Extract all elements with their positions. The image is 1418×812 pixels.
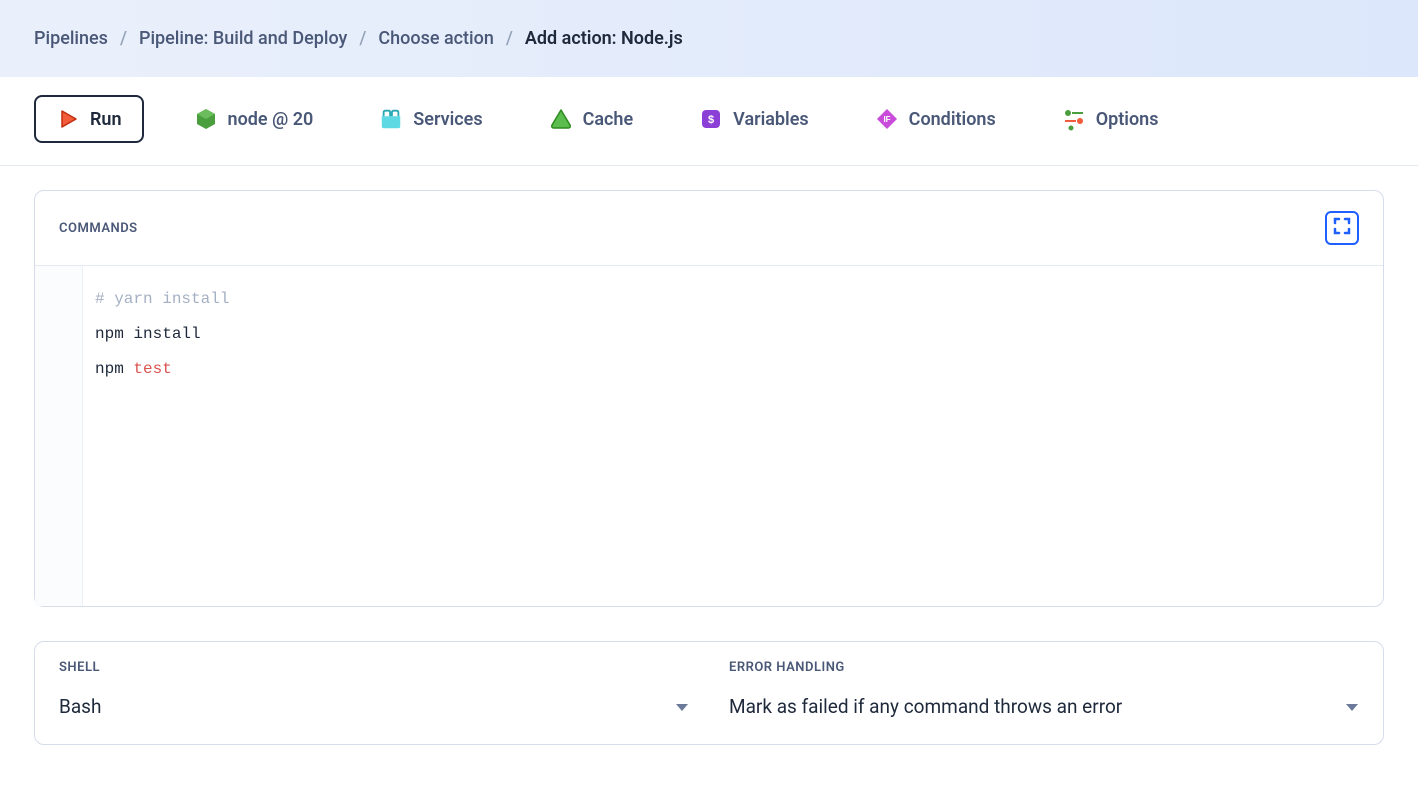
services-icon [379,107,403,131]
commands-editor[interactable]: # yarn installnpm installnpm test [35,266,1383,606]
breadcrumb-sep: / [359,28,366,49]
error-handling-value: Mark as failed if any command throws an … [729,695,1122,718]
shell-setting: SHELL Bash [59,660,689,718]
commands-panel: COMMANDS # yarn installnpm installnpm te… [34,190,1384,607]
tab-options[interactable]: Options [1046,99,1175,139]
tab-run-label: Run [90,109,122,130]
conditions-icon: IF [875,107,899,131]
options-icon [1062,107,1086,131]
code-area[interactable]: # yarn installnpm installnpm test [83,266,1383,606]
tab-variables[interactable]: $ Variables [683,99,825,139]
error-handling-setting: ERROR HANDLING Mark as failed if any com… [729,660,1359,718]
tab-node-label: node @ 20 [228,109,314,130]
breadcrumb-current: Add action: Node.js [525,28,683,49]
breadcrumb-choose-action[interactable]: Choose action [378,28,493,49]
commands-label: COMMANDS [59,221,138,236]
breadcrumb-sep: / [506,28,513,49]
tab-node[interactable]: node @ 20 [178,99,330,139]
expand-button[interactable] [1325,211,1359,245]
svg-text:IF: IF [883,115,890,124]
breadcrumb-bar: Pipelines / Pipeline: Build and Deploy /… [0,0,1418,77]
svg-text:$: $ [708,114,714,126]
breadcrumb: Pipelines / Pipeline: Build and Deploy /… [34,28,1384,49]
error-handling-select[interactable]: Mark as failed if any command throws an … [729,695,1359,718]
chevron-down-icon [675,695,689,718]
node-icon [194,107,218,131]
shell-label: SHELL [59,660,689,675]
editor-gutter [35,266,83,606]
breadcrumb-sep: / [120,28,127,49]
shell-select[interactable]: Bash [59,695,689,718]
tab-run[interactable]: Run [34,95,144,143]
tab-conditions[interactable]: IF Conditions [859,99,1012,139]
breadcrumb-pipelines[interactable]: Pipelines [34,28,108,49]
tab-cache[interactable]: Cache [533,99,650,139]
tabs-row: Run node @ 20 Services Cache $ Variables… [0,77,1418,166]
tab-variables-label: Variables [733,109,809,130]
tab-options-label: Options [1096,109,1159,130]
settings-panel: SHELL Bash ERROR HANDLING Mark as failed… [34,641,1384,745]
breadcrumb-pipeline-build-deploy[interactable]: Pipeline: Build and Deploy [139,28,347,49]
error-handling-label: ERROR HANDLING [729,660,1359,675]
shell-value: Bash [59,695,101,718]
play-icon [56,107,80,131]
tab-conditions-label: Conditions [909,109,996,130]
expand-icon [1333,217,1351,239]
cache-icon [549,107,573,131]
tab-services[interactable]: Services [363,99,498,139]
tab-services-label: Services [413,109,482,130]
chevron-down-icon [1345,695,1359,718]
variables-icon: $ [699,107,723,131]
tab-cache-label: Cache [583,109,634,130]
